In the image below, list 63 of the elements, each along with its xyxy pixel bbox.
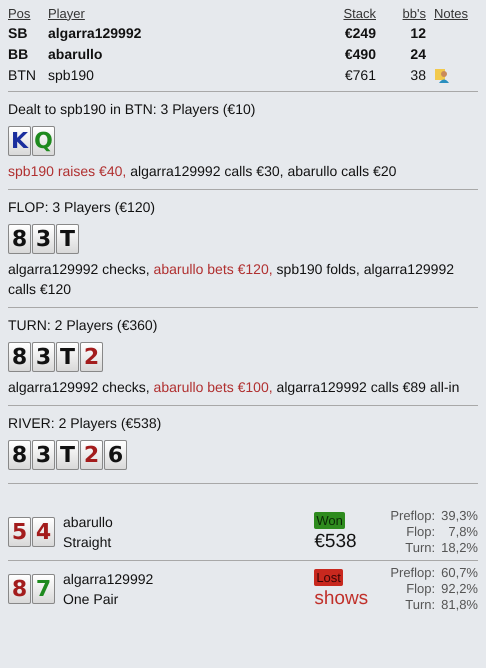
equity-label: Turn: <box>404 540 436 556</box>
column-header[interactable]: Notes <box>426 6 478 20</box>
playing-card: 5 <box>8 517 31 547</box>
table-cell-text: 24 <box>409 46 426 62</box>
equity-value: 81,8% <box>441 597 478 613</box>
playing-card: 2 <box>80 342 103 372</box>
table-cell-text: SB <box>8 24 28 40</box>
playing-card: T <box>56 342 79 372</box>
equity-label: Flop: <box>405 581 436 597</box>
table-cell-text: BB <box>8 46 30 62</box>
column-header[interactable]: bb's <box>376 6 426 20</box>
player-name: algarra129992 <box>63 570 154 589</box>
playing-card: 4 <box>32 517 55 547</box>
playing-card: T <box>56 440 79 470</box>
playing-card: Q <box>32 126 55 156</box>
player-name: abarullo <box>63 513 114 532</box>
playing-card: 6 <box>104 440 127 470</box>
result-amount: shows <box>314 588 368 610</box>
hand-name: Straight <box>63 533 112 552</box>
equity-label: Preflop: <box>390 565 436 581</box>
table-cell-text: 38 <box>409 66 426 82</box>
playing-card: K <box>8 126 31 156</box>
playing-card: 3 <box>32 342 55 372</box>
table-cell-text: €249 <box>344 24 376 40</box>
equity-value: 18,2% <box>441 540 478 556</box>
table-cell-text: €761 <box>344 66 376 82</box>
table-cell-text: spb190 <box>48 66 95 82</box>
equity-value: 60,7% <box>441 565 478 581</box>
table-cell-text: algarra129992 <box>48 24 142 40</box>
table-cell-text: abarullo <box>48 46 104 62</box>
equity-value: 92,2% <box>441 581 478 597</box>
equity-label: Turn: <box>404 597 436 613</box>
street-heading: FLOP: 3 Players (€120) <box>8 198 156 216</box>
table-cell-text: €490 <box>344 46 376 62</box>
result-amount: €538 <box>314 530 357 552</box>
table-cell-text: 12 <box>409 24 426 40</box>
column-header[interactable]: Player <box>48 6 296 20</box>
playing-card: 7 <box>32 574 55 604</box>
column-header[interactable]: Stack <box>296 6 376 20</box>
street-heading: RIVER: 2 Players (€538) <box>8 414 162 432</box>
street-heading: Dealt to spb190 in BTN: 3 Players (€10) <box>8 100 256 118</box>
playing-card: 8 <box>8 342 31 372</box>
action-text: algarra129992 checks, abarullo bets €120, spb190 folds, algarra129992 calls €120 <box>8 260 456 299</box>
playing-card: 3 <box>32 440 55 470</box>
action-text: spb190 raises €40, algarra129992 calls €30, abarullo calls €20 <box>8 162 398 181</box>
person-note-icon[interactable] <box>434 66 450 82</box>
playing-card: 2 <box>80 440 103 470</box>
column-header[interactable]: Pos <box>8 6 48 20</box>
equity-label: Flop: <box>405 524 436 540</box>
playing-card: 8 <box>8 440 31 470</box>
hand-name: One Pair <box>63 590 120 609</box>
street-heading: TURN: 2 Players (€360) <box>8 316 158 334</box>
equity-label: Preflop: <box>390 508 436 524</box>
playing-card: 3 <box>32 224 55 254</box>
action-text: algarra129992 checks, abarullo bets €100, algarra129992 calls €89 all-in <box>8 378 460 397</box>
result-badge: Lost <box>314 568 343 586</box>
result-badge: Won <box>314 512 345 528</box>
playing-card: 8 <box>8 574 31 604</box>
playing-card: 8 <box>8 224 31 254</box>
table-cell-text: BTN <box>8 66 37 82</box>
equity-value: 7,8% <box>447 524 478 540</box>
playing-card: T <box>56 224 79 254</box>
equity-value: 39,3% <box>441 508 478 524</box>
